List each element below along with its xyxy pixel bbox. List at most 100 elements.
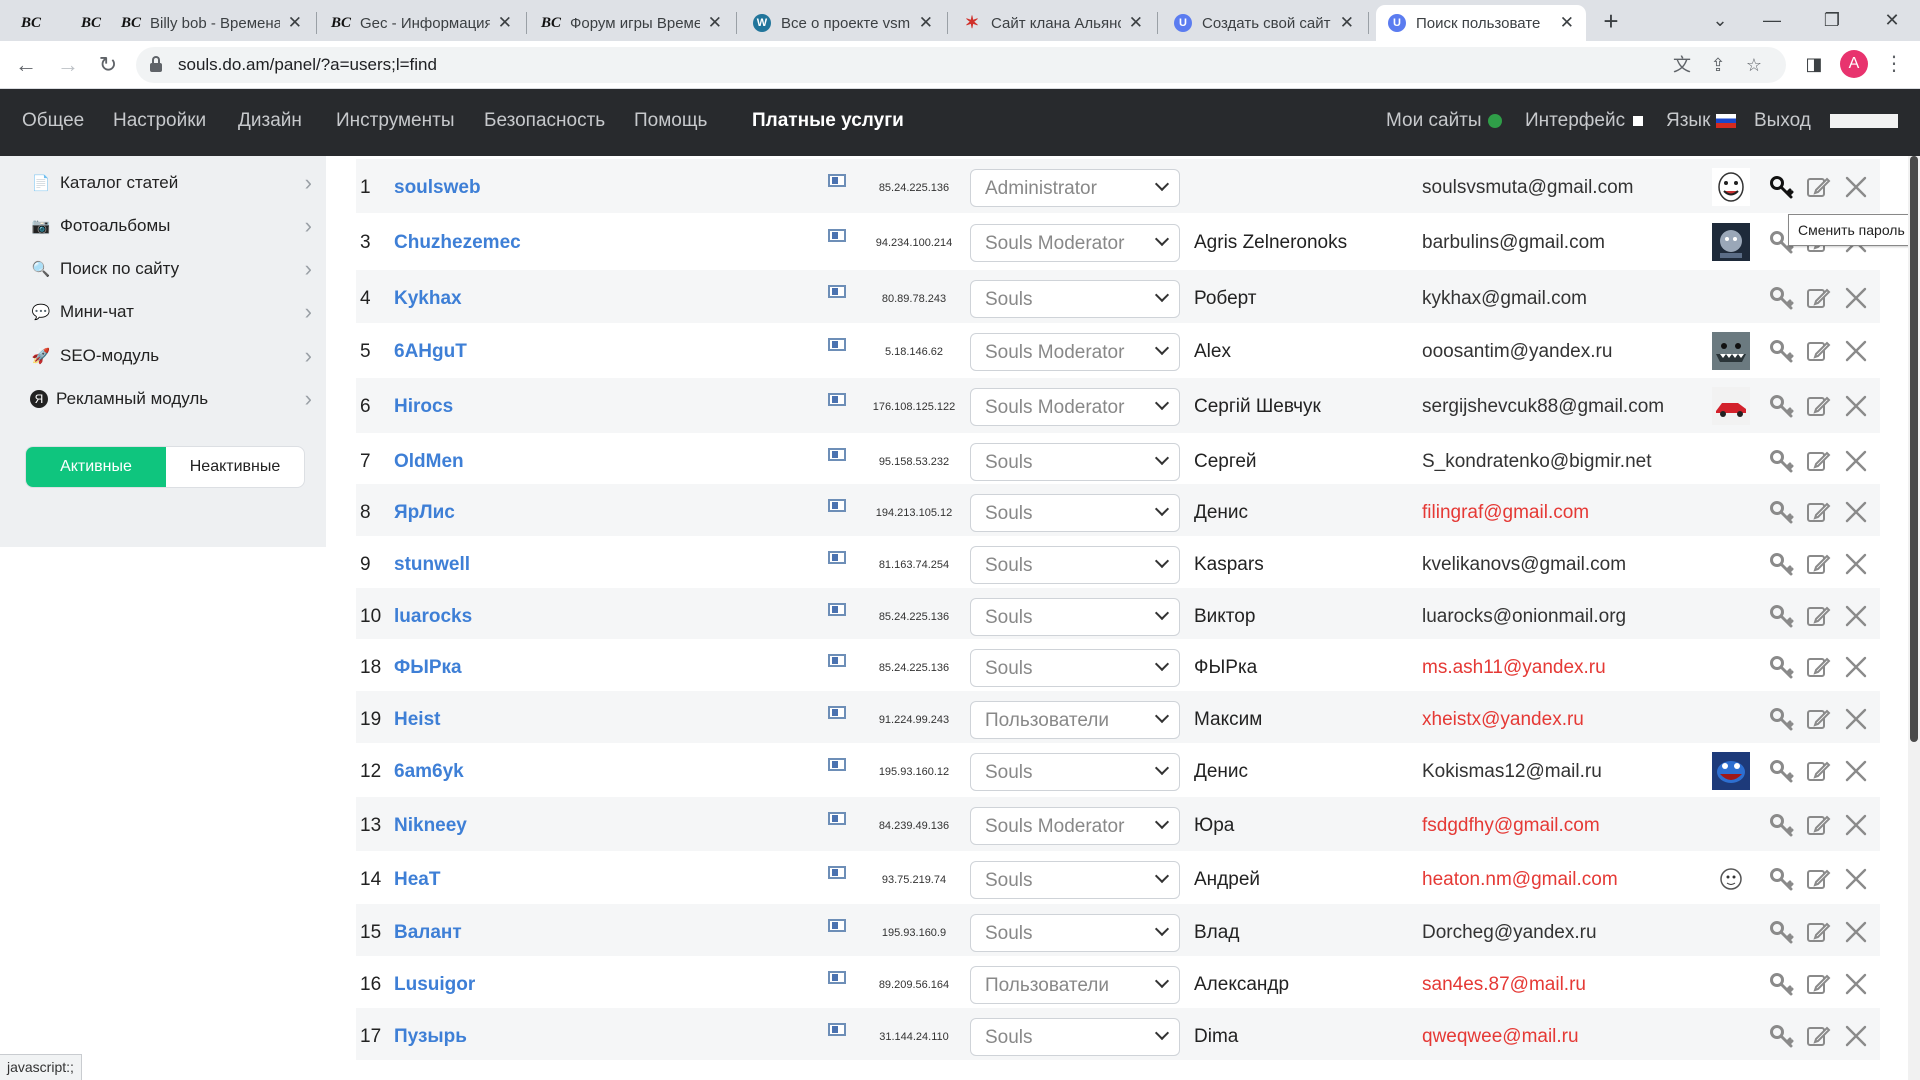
user-login-link[interactable]: Nikneey [394,815,467,837]
back-icon[interactable]: ← [10,49,42,81]
toggle-inactive[interactable]: Неактивные [166,447,304,487]
delete-user-icon[interactable] [1842,918,1870,946]
user-login-link[interactable]: Heist [394,709,440,731]
bookmark-star-icon[interactable]: ☆ [1742,53,1766,77]
user-info-icon[interactable] [828,551,846,564]
user-login-link[interactable]: ФЫРка [394,657,462,679]
user-info-icon[interactable] [828,1023,846,1036]
tab-search-icon[interactable]: ⌄ [1700,2,1740,38]
change-password-key-icon[interactable] [1768,284,1796,312]
delete-user-icon[interactable] [1842,392,1870,420]
user-login-link[interactable]: OldMen [394,451,464,473]
user-group-select[interactable]: Souls [970,649,1180,687]
change-password-key-icon[interactable] [1768,602,1796,630]
delete-user-icon[interactable] [1842,447,1870,475]
account-badge[interactable] [1830,114,1898,128]
sidebar-item[interactable]: 📷 Фотоальбомы › [30,211,318,241]
delete-user-icon[interactable] [1842,865,1870,893]
delete-user-icon[interactable] [1842,550,1870,578]
user-login-link[interactable]: Kykhax [394,288,462,310]
user-info-icon[interactable] [828,229,846,242]
change-password-key-icon[interactable] [1768,705,1796,733]
edit-user-icon[interactable] [1804,498,1832,526]
delete-user-icon[interactable] [1842,653,1870,681]
user-group-select[interactable]: Souls [970,598,1180,636]
scrollbar-thumb[interactable] [1910,156,1918,742]
user-info-icon[interactable] [828,758,846,771]
user-login-link[interactable]: luarocks [394,606,472,628]
delete-user-icon[interactable] [1842,498,1870,526]
user-login-link[interactable]: Hirocs [394,396,453,418]
edit-user-icon[interactable] [1804,918,1832,946]
user-login-link[interactable]: Валант [394,922,462,944]
change-password-key-icon[interactable] [1768,173,1796,201]
side-panel-icon[interactable]: ◨ [1800,50,1828,78]
forward-icon[interactable]: → [52,49,84,81]
browser-tab[interactable]: BC [10,5,66,41]
user-group-select[interactable]: Souls [970,861,1180,899]
minimize-icon[interactable]: — [1752,2,1792,38]
page-scrollbar[interactable] [1908,156,1920,1080]
share-icon[interactable]: ⇪ [1706,53,1730,77]
browser-tab[interactable]: U Создать свой сайт ✕ [1162,5,1366,41]
delete-user-icon[interactable] [1842,173,1870,201]
new-tab-button[interactable]: + [1596,6,1626,36]
close-tab-icon[interactable]: ✕ [288,13,302,33]
edit-user-icon[interactable] [1804,173,1832,201]
nav-interface[interactable]: Интерфейс [1525,110,1644,132]
close-window-icon[interactable]: ✕ [1872,2,1912,38]
user-login-link[interactable]: stunwell [394,554,470,576]
edit-user-icon[interactable] [1804,1022,1832,1050]
edit-user-icon[interactable] [1804,447,1832,475]
sidebar-item[interactable]: 💬 Мини-чат › [30,297,318,327]
user-group-select[interactable]: Souls [970,494,1180,532]
edit-user-icon[interactable] [1804,392,1832,420]
user-group-select[interactable]: Souls [970,546,1180,584]
user-info-icon[interactable] [828,706,846,719]
edit-user-icon[interactable] [1804,550,1832,578]
change-password-key-icon[interactable] [1768,653,1796,681]
browser-tab[interactable]: BC Gec - Информация ✕ [320,5,524,41]
delete-user-icon[interactable] [1842,811,1870,839]
delete-user-icon[interactable] [1842,1022,1870,1050]
user-group-select[interactable]: Souls Moderator [970,333,1180,371]
browser-tab[interactable]: ✶ Сайт клана Альянс ✕ [951,5,1155,41]
user-group-select[interactable]: Souls [970,753,1180,791]
nav-language[interactable]: Язык [1666,110,1737,132]
user-info-icon[interactable] [828,338,846,351]
sidebar-item[interactable]: 🚀 SEO-модуль › [30,341,318,371]
profile-avatar[interactable]: A [1840,50,1868,78]
user-group-select[interactable]: Souls [970,443,1180,481]
edit-user-icon[interactable] [1804,865,1832,893]
edit-user-icon[interactable] [1804,970,1832,998]
edit-user-icon[interactable] [1804,757,1832,785]
close-tab-icon[interactable]: ✕ [1560,13,1574,33]
browser-tab[interactable]: BC [70,5,106,41]
user-info-icon[interactable] [828,285,846,298]
translate-icon[interactable]: 文 [1670,53,1694,77]
close-tab-icon[interactable]: ✕ [919,13,933,33]
browser-tab[interactable]: W Все о проекте vsmu ✕ [741,5,945,41]
user-login-link[interactable]: 6am6yk [394,761,464,783]
close-tab-icon[interactable]: ✕ [708,13,722,33]
delete-user-icon[interactable] [1842,602,1870,630]
close-tab-icon[interactable]: ✕ [498,13,512,33]
user-group-select[interactable]: Souls Moderator [970,224,1180,262]
user-info-icon[interactable] [828,603,846,616]
user-login-link[interactable]: 6AHguT [394,341,467,363]
close-tab-icon[interactable]: ✕ [1129,13,1143,33]
toggle-active[interactable]: Активные [26,447,166,487]
user-info-icon[interactable] [828,448,846,461]
user-group-select[interactable]: Souls [970,1018,1180,1056]
edit-user-icon[interactable] [1804,705,1832,733]
user-info-icon[interactable] [828,812,846,825]
change-password-key-icon[interactable] [1768,337,1796,365]
user-login-link[interactable]: soulsweb [394,177,481,199]
nav-help[interactable]: Помощь [634,110,707,132]
nav-settings[interactable]: Настройки [113,110,206,132]
edit-user-icon[interactable] [1804,811,1832,839]
change-password-key-icon[interactable] [1768,970,1796,998]
sidebar-item[interactable]: 📄 Каталог статей › [30,168,318,198]
maximize-icon[interactable]: ❐ [1812,2,1852,38]
delete-user-icon[interactable] [1842,337,1870,365]
